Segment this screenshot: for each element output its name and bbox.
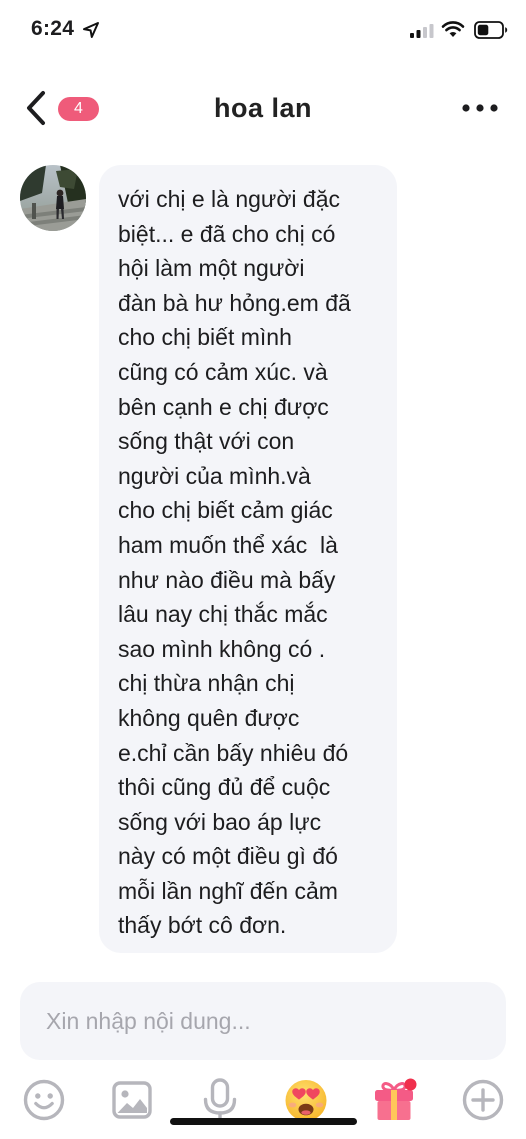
message-input[interactable] [46, 982, 480, 1060]
location-arrow-icon [83, 22, 99, 38]
heart-eyes-sticker-icon[interactable] [284, 1078, 328, 1122]
status-time: 6:24 [31, 17, 75, 40]
home-indicator[interactable] [170, 1118, 357, 1125]
avatar[interactable] [20, 165, 86, 231]
cellular-signal-icon [410, 24, 434, 38]
wifi-icon [441, 21, 465, 37]
battery-icon [474, 21, 508, 39]
gift-icon[interactable] [372, 1078, 418, 1122]
message-input-box[interactable] [20, 982, 506, 1060]
microphone-icon[interactable] [198, 1078, 242, 1122]
chat-header: 4 hoa lan [0, 62, 526, 154]
chat-title: hoa lan [213, 93, 312, 123]
message-bubble[interactable]: với chị e là người đặc biệt... e đã cho … [99, 165, 397, 953]
status-bar: 6:24 [0, 0, 526, 62]
emoji-icon[interactable] [22, 1078, 66, 1122]
more-options-icon[interactable] [456, 96, 504, 120]
avatar-photo [20, 165, 86, 231]
plus-icon[interactable] [461, 1078, 505, 1122]
image-icon[interactable] [110, 1078, 154, 1122]
message-text: với chị e là người đặc biệt... e đã cho … [118, 186, 351, 939]
